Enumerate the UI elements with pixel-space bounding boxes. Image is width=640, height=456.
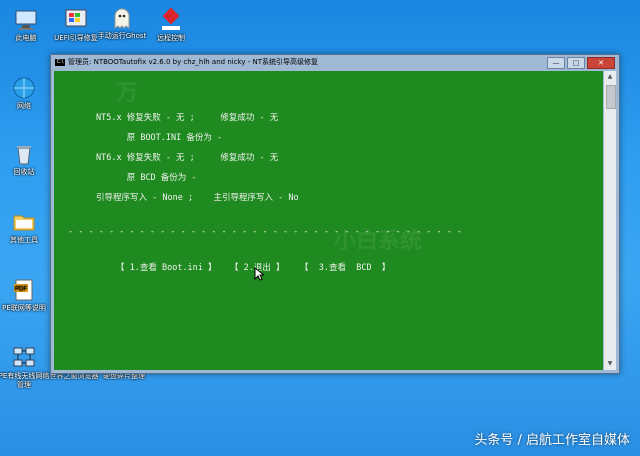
vertical-scrollbar[interactable]: ▲ ▼ bbox=[604, 71, 616, 370]
desktop-icon-label: PE有线无线网络管理 bbox=[0, 372, 50, 389]
scrollbar-thumb[interactable] bbox=[606, 85, 616, 109]
windows-repair-icon bbox=[64, 8, 88, 32]
console-line: 原 BCD 备份为 - bbox=[96, 173, 197, 183]
window-titlebar[interactable]: C:\ 管理员: NTBOOTautofix v2.6.0 by chz_hlh… bbox=[51, 55, 619, 69]
mouse-cursor-icon bbox=[254, 266, 266, 285]
close-button[interactable]: ✕ bbox=[587, 57, 615, 69]
desktop-icon-pe-network-manager[interactable]: PE有线无线网络管理 bbox=[0, 346, 52, 390]
desktop-icon-other-tools[interactable]: 其他工具 bbox=[0, 210, 52, 245]
desktop-icon-recycle-bin[interactable]: 回收站 bbox=[0, 142, 52, 177]
console-output: 万 小白系统 NT5.x 修复失败 - 无 ; 修复成功 - 无 原 BOOT.… bbox=[54, 71, 603, 370]
desktop-icon-label: 回收站 bbox=[13, 168, 35, 176]
recycle-bin-icon bbox=[12, 142, 36, 166]
console-watermark-mark: 万 bbox=[116, 81, 139, 106]
desktop-icon-remote-control[interactable]: 远程控制 bbox=[143, 7, 199, 43]
scroll-down-icon[interactable]: ▼ bbox=[604, 358, 616, 370]
scroll-up-icon[interactable]: ▲ bbox=[604, 71, 616, 83]
desktop-icon-label: PE联网等说明 bbox=[2, 304, 46, 312]
console-line: NT6.x 修复失败 - 无 ; 修复成功 - 无 bbox=[96, 153, 279, 163]
footer-watermark: 头条号 / 启航工作室自媒体 bbox=[474, 433, 630, 448]
desktop-icon-label: 网络 bbox=[17, 102, 31, 110]
pdf-icon: PDF bbox=[12, 278, 36, 302]
ntbootautofix-window: C:\ 管理员: NTBOOTautofix v2.6.0 by chz_hlh… bbox=[50, 54, 620, 374]
desktop-icon-label: 此电脑 bbox=[15, 34, 37, 42]
remote-control-icon bbox=[159, 7, 183, 32]
desktop-icon-this-pc[interactable]: 此电脑 bbox=[0, 8, 54, 43]
window-title: 管理员: NTBOOTautofix v2.6.0 by chz_hlh and… bbox=[68, 58, 318, 66]
desktop-icon-label: 手动运行Ghost bbox=[97, 32, 147, 40]
console-line: 原 BOOT.INI 备份为 - bbox=[96, 133, 223, 143]
desktop-icon-network[interactable]: 网络 bbox=[0, 76, 52, 111]
minimize-button[interactable]: — bbox=[547, 57, 565, 69]
desktop-icon-label: UEFI引导修复 bbox=[54, 34, 98, 42]
folder-icon bbox=[12, 210, 36, 234]
computer-icon bbox=[14, 8, 38, 32]
network-icon bbox=[12, 76, 36, 100]
network-manager-icon bbox=[12, 346, 36, 370]
maximize-button[interactable]: □ bbox=[567, 57, 585, 69]
svg-text:PDF: PDF bbox=[15, 287, 27, 293]
console-line: 引导程序写入 - None ; 主引导程序写入 - No bbox=[96, 193, 299, 203]
desktop-icon-label: 远程控制 bbox=[157, 34, 185, 42]
menu-option-view-bootini[interactable]: 【 1.查看 Boot.ini 】 bbox=[116, 261, 217, 273]
desktop-icon-pe-readme[interactable]: PDF PE联网等说明 bbox=[0, 278, 52, 313]
console-separator: - - - - - - - - - - - - - - - - - - - - … bbox=[68, 227, 463, 237]
console-line: NT5.x 修复失败 - 无 ; 修复成功 - 无 bbox=[96, 113, 279, 123]
menu-option-view-bcd[interactable]: 【 3.查看 BCD 】 bbox=[300, 261, 390, 273]
ghost-icon bbox=[110, 6, 134, 30]
desktop-icon-ghost[interactable]: 手动运行Ghost bbox=[94, 6, 150, 41]
console-app-icon: C:\ bbox=[55, 58, 65, 66]
desktop-icon-label: 其他工具 bbox=[10, 236, 38, 244]
